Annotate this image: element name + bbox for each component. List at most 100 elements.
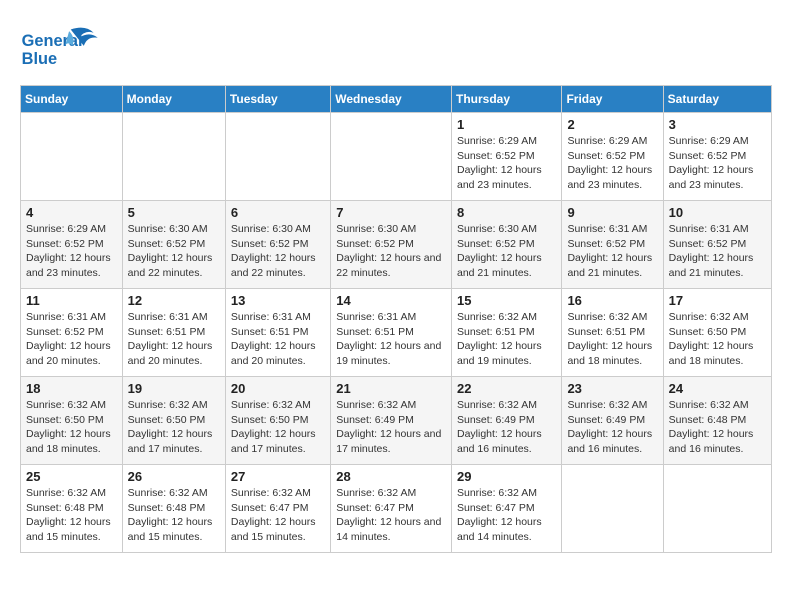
day-number: 14 (336, 293, 446, 308)
day-detail: Sunrise: 6:32 AM Sunset: 6:47 PM Dayligh… (231, 486, 325, 545)
day-detail: Sunrise: 6:29 AM Sunset: 6:52 PM Dayligh… (567, 134, 657, 193)
day-number: 7 (336, 205, 446, 220)
day-detail: Sunrise: 6:32 AM Sunset: 6:50 PM Dayligh… (231, 398, 325, 457)
column-header-sunday: Sunday (21, 86, 123, 113)
calendar-header-row: SundayMondayTuesdayWednesdayThursdayFrid… (21, 86, 772, 113)
day-detail: Sunrise: 6:32 AM Sunset: 6:49 PM Dayligh… (457, 398, 556, 457)
calendar-cell (331, 113, 452, 201)
day-number: 3 (669, 117, 766, 132)
calendar-cell: 9 Sunrise: 6:31 AM Sunset: 6:52 PM Daylig… (562, 201, 663, 289)
day-number: 4 (26, 205, 117, 220)
day-number: 11 (26, 293, 117, 308)
day-detail: Sunrise: 6:32 AM Sunset: 6:49 PM Dayligh… (336, 398, 446, 457)
calendar-cell: 24 Sunrise: 6:32 AM Sunset: 6:48 PM Dayli… (663, 377, 771, 465)
day-number: 26 (128, 469, 220, 484)
day-detail: Sunrise: 6:30 AM Sunset: 6:52 PM Dayligh… (457, 222, 556, 281)
day-detail: Sunrise: 6:32 AM Sunset: 6:49 PM Dayligh… (567, 398, 657, 457)
calendar-cell: 14 Sunrise: 6:31 AM Sunset: 6:51 PM Dayli… (331, 289, 452, 377)
logo-svg: General Blue (20, 20, 110, 75)
calendar-week-1: 1 Sunrise: 6:29 AM Sunset: 6:52 PM Daylig… (21, 113, 772, 201)
calendar-cell (225, 113, 330, 201)
day-detail: Sunrise: 6:30 AM Sunset: 6:52 PM Dayligh… (231, 222, 325, 281)
day-detail: Sunrise: 6:30 AM Sunset: 6:52 PM Dayligh… (128, 222, 220, 281)
column-header-saturday: Saturday (663, 86, 771, 113)
day-number: 24 (669, 381, 766, 396)
calendar-cell (122, 113, 225, 201)
calendar-cell: 8 Sunrise: 6:30 AM Sunset: 6:52 PM Daylig… (451, 201, 561, 289)
day-detail: Sunrise: 6:31 AM Sunset: 6:51 PM Dayligh… (336, 310, 446, 369)
day-detail: Sunrise: 6:30 AM Sunset: 6:52 PM Dayligh… (336, 222, 446, 281)
day-detail: Sunrise: 6:29 AM Sunset: 6:52 PM Dayligh… (669, 134, 766, 193)
day-detail: Sunrise: 6:32 AM Sunset: 6:48 PM Dayligh… (26, 486, 117, 545)
calendar-cell: 19 Sunrise: 6:32 AM Sunset: 6:50 PM Dayli… (122, 377, 225, 465)
day-detail: Sunrise: 6:32 AM Sunset: 6:50 PM Dayligh… (669, 310, 766, 369)
day-number: 29 (457, 469, 556, 484)
day-detail: Sunrise: 6:32 AM Sunset: 6:51 PM Dayligh… (567, 310, 657, 369)
day-number: 19 (128, 381, 220, 396)
day-number: 17 (669, 293, 766, 308)
page-header: General Blue (20, 20, 772, 75)
calendar-cell: 10 Sunrise: 6:31 AM Sunset: 6:52 PM Dayli… (663, 201, 771, 289)
calendar-cell: 6 Sunrise: 6:30 AM Sunset: 6:52 PM Daylig… (225, 201, 330, 289)
day-detail: Sunrise: 6:31 AM Sunset: 6:52 PM Dayligh… (669, 222, 766, 281)
calendar-cell: 7 Sunrise: 6:30 AM Sunset: 6:52 PM Daylig… (331, 201, 452, 289)
day-number: 2 (567, 117, 657, 132)
day-detail: Sunrise: 6:32 AM Sunset: 6:50 PM Dayligh… (128, 398, 220, 457)
calendar-cell: 29 Sunrise: 6:32 AM Sunset: 6:47 PM Dayli… (451, 465, 561, 553)
calendar-cell: 20 Sunrise: 6:32 AM Sunset: 6:50 PM Dayli… (225, 377, 330, 465)
calendar-cell: 26 Sunrise: 6:32 AM Sunset: 6:48 PM Dayli… (122, 465, 225, 553)
day-detail: Sunrise: 6:32 AM Sunset: 6:48 PM Dayligh… (669, 398, 766, 457)
calendar-cell: 28 Sunrise: 6:32 AM Sunset: 6:47 PM Dayli… (331, 465, 452, 553)
column-header-monday: Monday (122, 86, 225, 113)
calendar-cell: 13 Sunrise: 6:31 AM Sunset: 6:51 PM Dayli… (225, 289, 330, 377)
day-detail: Sunrise: 6:32 AM Sunset: 6:51 PM Dayligh… (457, 310, 556, 369)
calendar-cell: 11Sunrise: 6:31 AM Sunset: 6:52 PM Dayli… (21, 289, 123, 377)
day-number: 8 (457, 205, 556, 220)
day-detail: Sunrise: 6:31 AM Sunset: 6:51 PM Dayligh… (128, 310, 220, 369)
day-detail: Sunrise: 6:32 AM Sunset: 6:48 PM Dayligh… (128, 486, 220, 545)
calendar-week-5: 25Sunrise: 6:32 AM Sunset: 6:48 PM Dayli… (21, 465, 772, 553)
calendar-cell: 4 Sunrise: 6:29 AM Sunset: 6:52 PM Daylig… (21, 201, 123, 289)
day-number: 9 (567, 205, 657, 220)
calendar-cell: 17 Sunrise: 6:32 AM Sunset: 6:50 PM Dayli… (663, 289, 771, 377)
column-header-friday: Friday (562, 86, 663, 113)
day-detail: Sunrise: 6:29 AM Sunset: 6:52 PM Dayligh… (26, 222, 117, 281)
calendar-cell (21, 113, 123, 201)
calendar-cell: 15 Sunrise: 6:32 AM Sunset: 6:51 PM Dayli… (451, 289, 561, 377)
calendar-cell: 2 Sunrise: 6:29 AM Sunset: 6:52 PM Daylig… (562, 113, 663, 201)
calendar-cell: 3 Sunrise: 6:29 AM Sunset: 6:52 PM Daylig… (663, 113, 771, 201)
calendar-cell (562, 465, 663, 553)
calendar-week-3: 11Sunrise: 6:31 AM Sunset: 6:52 PM Dayli… (21, 289, 772, 377)
day-number: 20 (231, 381, 325, 396)
svg-text:Blue: Blue (22, 50, 57, 68)
day-number: 1 (457, 117, 556, 132)
day-number: 6 (231, 205, 325, 220)
column-header-wednesday: Wednesday (331, 86, 452, 113)
day-detail: Sunrise: 6:32 AM Sunset: 6:47 PM Dayligh… (336, 486, 446, 545)
calendar-week-4: 18 Sunrise: 6:32 AM Sunset: 6:50 PM Dayli… (21, 377, 772, 465)
day-number: 23 (567, 381, 657, 396)
day-number: 21 (336, 381, 446, 396)
day-number: 18 (26, 381, 117, 396)
calendar-table: SundayMondayTuesdayWednesdayThursdayFrid… (20, 85, 772, 553)
calendar-cell: 25Sunrise: 6:32 AM Sunset: 6:48 PM Dayli… (21, 465, 123, 553)
day-number: 10 (669, 205, 766, 220)
day-detail: Sunrise: 6:31 AM Sunset: 6:52 PM Dayligh… (567, 222, 657, 281)
day-number: 28 (336, 469, 446, 484)
calendar-cell: 5Sunrise: 6:30 AM Sunset: 6:52 PM Daylig… (122, 201, 225, 289)
day-number: 15 (457, 293, 556, 308)
day-number: 12 (128, 293, 220, 308)
calendar-cell: 21 Sunrise: 6:32 AM Sunset: 6:49 PM Dayli… (331, 377, 452, 465)
day-number: 16 (567, 293, 657, 308)
day-detail: Sunrise: 6:32 AM Sunset: 6:47 PM Dayligh… (457, 486, 556, 545)
calendar-cell: 12 Sunrise: 6:31 AM Sunset: 6:51 PM Dayli… (122, 289, 225, 377)
day-number: 27 (231, 469, 325, 484)
day-number: 13 (231, 293, 325, 308)
calendar-cell: 16 Sunrise: 6:32 AM Sunset: 6:51 PM Dayli… (562, 289, 663, 377)
day-detail: Sunrise: 6:32 AM Sunset: 6:50 PM Dayligh… (26, 398, 117, 457)
day-detail: Sunrise: 6:31 AM Sunset: 6:51 PM Dayligh… (231, 310, 325, 369)
column-header-thursday: Thursday (451, 86, 561, 113)
calendar-week-2: 4 Sunrise: 6:29 AM Sunset: 6:52 PM Daylig… (21, 201, 772, 289)
column-header-tuesday: Tuesday (225, 86, 330, 113)
calendar-cell: 23 Sunrise: 6:32 AM Sunset: 6:49 PM Dayli… (562, 377, 663, 465)
